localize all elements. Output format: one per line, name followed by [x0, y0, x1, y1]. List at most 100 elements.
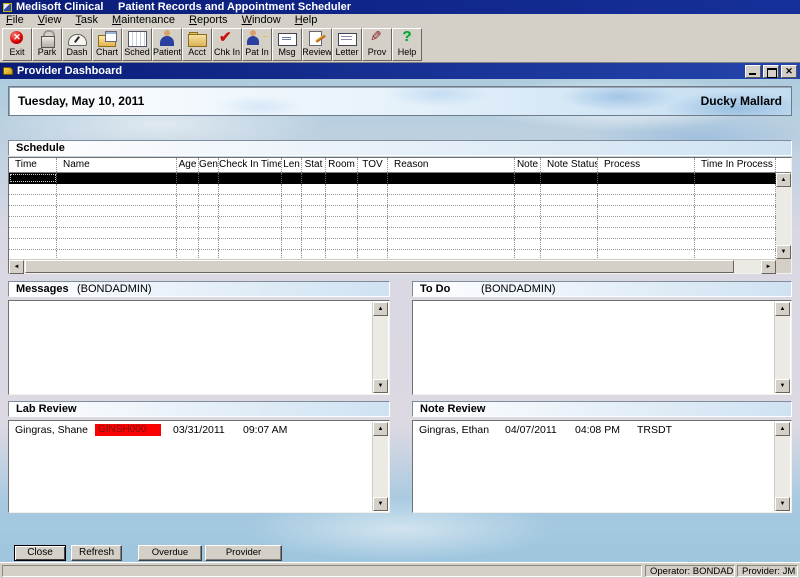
lab-review-scrollbar[interactable]: ▲ ▼ [372, 422, 388, 511]
menu-item-help[interactable]: Help [289, 14, 326, 27]
chkin-button[interactable]: Chk In [212, 28, 242, 61]
schedule-cell [695, 239, 776, 249]
todo-list[interactable]: ▲ ▼ [412, 300, 792, 395]
schedule-row[interactable] [9, 250, 776, 259]
person-icon [156, 30, 178, 47]
schedule-column-process[interactable]: Process [598, 158, 695, 172]
scroll-left-icon[interactable]: ◄ [9, 260, 24, 274]
scroll-down-icon[interactable]: ▼ [775, 497, 790, 511]
dash-label: Dash [66, 47, 87, 58]
provider-dashboard-title-bar[interactable]: Provider Dashboard [0, 63, 800, 79]
window-title: Provider Dashboard [17, 65, 122, 77]
schedule-grid[interactable] [9, 173, 776, 259]
schedule-row[interactable] [9, 173, 776, 184]
schedule-row[interactable] [9, 206, 776, 217]
note-review-list[interactable]: Gingras, Ethan 04/07/2011 04:08 PM TRSDT… [412, 420, 792, 513]
patient-button[interactable]: Patient [152, 28, 182, 61]
note-review-scrollbar[interactable]: ▲ ▼ [774, 422, 790, 511]
schedule-cell [695, 184, 776, 194]
note-review-label-text: Note Review [420, 403, 485, 415]
dash-button[interactable]: Dash [62, 28, 92, 61]
schedule-column-note-status[interactable]: Note Status [541, 158, 598, 172]
menu-item-window[interactable]: Window [236, 14, 289, 27]
letter-button[interactable]: Letter [332, 28, 362, 61]
lab-review-item[interactable]: Gingras, Shane GINSH000 03/31/2011 09:07… [15, 424, 369, 436]
schedule-column-time-in-process[interactable]: Time In Process [695, 158, 776, 172]
schedule-row[interactable] [9, 239, 776, 250]
schedule-cell [695, 217, 776, 227]
schedule-column-check-in-time[interactable]: Check In Time [219, 158, 282, 172]
schedule-column-len[interactable]: Len [282, 158, 302, 172]
schedule-row[interactable] [9, 228, 776, 239]
schedule-column-name[interactable]: Name [57, 158, 177, 172]
sched-label: Sched [124, 47, 150, 58]
schedule-column-time[interactable]: Time [9, 158, 57, 172]
prov-button[interactable]: Prov [362, 28, 392, 61]
schedule-cell [326, 217, 358, 227]
schedule-cell [541, 195, 598, 205]
scroll-down-icon[interactable]: ▼ [373, 497, 388, 511]
schedule-column-gen[interactable]: Gen [199, 158, 219, 172]
chart-button[interactable]: Chart [92, 28, 122, 61]
maximize-button[interactable] [763, 65, 779, 78]
schedule-column-age[interactable]: Age [177, 158, 199, 172]
minimize-button[interactable] [745, 65, 761, 78]
schedule-cell [219, 250, 282, 259]
messages-list[interactable]: ▲ ▼ [8, 300, 390, 395]
schedule-column-reason[interactable]: Reason [388, 158, 515, 172]
schedule-column-tov[interactable]: TOV [358, 158, 388, 172]
schedule-column-room[interactable]: Room [326, 158, 358, 172]
park-button[interactable]: Park [32, 28, 62, 61]
overdue-orders-button[interactable]: Overdue Orders [138, 545, 202, 561]
schedule-row[interactable] [9, 184, 776, 195]
schedule-cell [388, 250, 515, 259]
scroll-up-icon[interactable]: ▲ [776, 173, 791, 187]
todo-scrollbar[interactable]: ▲ ▼ [774, 302, 790, 393]
schedule-row[interactable] [9, 195, 776, 206]
schedule-cell [219, 195, 282, 205]
status-provider: Provider: JM [737, 565, 798, 577]
close-icon[interactable] [781, 65, 797, 78]
schedule-column-stat[interactable]: Stat [302, 158, 326, 172]
help-button[interactable]: Help [392, 28, 422, 61]
scroll-down-icon[interactable]: ▼ [373, 379, 388, 393]
schedule-cell [358, 239, 388, 249]
note-review-item[interactable]: Gingras, Ethan 04/07/2011 04:08 PM TRSDT [419, 424, 771, 436]
schedule-header-row: TimeNameAgeGenCheck In TimeLenStatRoomTO… [9, 158, 791, 173]
exit-button[interactable]: Exit [2, 28, 32, 61]
acct-button[interactable]: Acct [182, 28, 212, 61]
schedule-column-note[interactable]: Note [515, 158, 541, 172]
menu-item-reports[interactable]: Reports [183, 14, 236, 27]
schedule-row[interactable] [9, 217, 776, 228]
review-button[interactable]: Review [302, 28, 332, 61]
menu-item-task[interactable]: Task [69, 14, 106, 27]
banner-date: Tuesday, May 10, 2011 [18, 94, 144, 108]
schedule-cell [282, 206, 302, 216]
person-pencil-icon [246, 30, 268, 47]
refresh-button[interactable]: Refresh [71, 545, 122, 561]
sched-button[interactable]: Sched [122, 28, 152, 61]
close-button[interactable]: Close [14, 545, 66, 561]
scroll-down-icon[interactable]: ▼ [775, 379, 790, 393]
menu-item-maintenance[interactable]: Maintenance [106, 14, 183, 27]
menu-item-view[interactable]: View [32, 14, 70, 27]
schedule-horizontal-scrollbar[interactable]: ◄ ► [9, 259, 776, 273]
patin-button[interactable]: Pat In [242, 28, 272, 61]
scroll-up-icon[interactable]: ▲ [775, 302, 790, 316]
messages-scrollbar[interactable]: ▲ ▼ [372, 302, 388, 393]
schedule-cell [57, 195, 177, 205]
calendar-icon [126, 30, 148, 47]
scroll-up-icon[interactable]: ▲ [373, 422, 388, 436]
menu-item-file[interactable]: File [0, 14, 32, 27]
provider-financials-button[interactable]: Provider Financials [205, 545, 282, 561]
scroll-up-icon[interactable]: ▲ [373, 302, 388, 316]
schedule-vertical-scrollbar[interactable]: ▲ ▼ [776, 173, 791, 259]
msg-button[interactable]: Msg [272, 28, 302, 61]
schedule-cell [199, 239, 219, 249]
scroll-down-icon[interactable]: ▼ [776, 245, 791, 259]
lab-review-list[interactable]: Gingras, Shane GINSH000 03/31/2011 09:07… [8, 420, 390, 513]
scrollbar-thumb[interactable] [25, 260, 734, 273]
scroll-up-icon[interactable]: ▲ [775, 422, 790, 436]
scroll-right-icon[interactable]: ► [761, 260, 776, 274]
schedule-cell [515, 250, 541, 259]
